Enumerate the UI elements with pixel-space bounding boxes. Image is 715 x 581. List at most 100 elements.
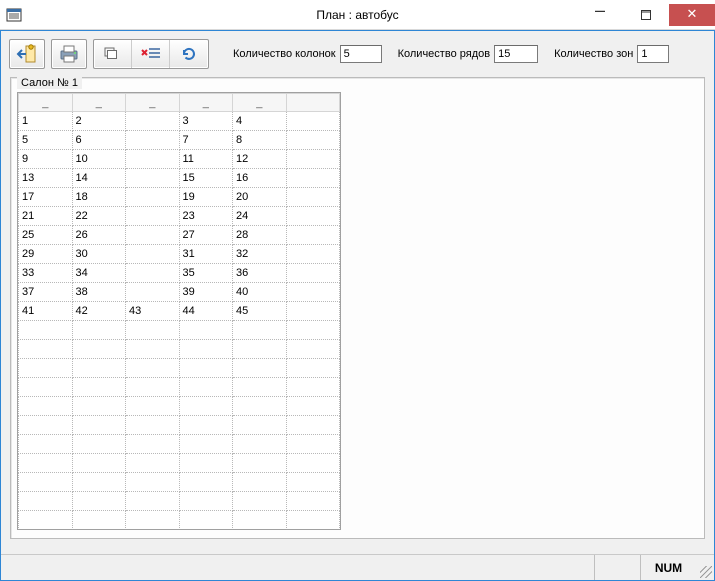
grid-cell[interactable] <box>286 150 340 169</box>
grid-cell[interactable] <box>179 359 233 378</box>
grid-cell[interactable]: 37 <box>19 283 73 302</box>
grid-cell[interactable] <box>179 454 233 473</box>
grid-cell[interactable] <box>286 131 340 150</box>
grid-cell[interactable]: 31 <box>179 245 233 264</box>
seat-grid[interactable]: _____ 1234567891011121314151617181920212… <box>17 92 341 530</box>
grid-cell[interactable]: 4 <box>233 112 287 131</box>
grid-cell[interactable]: 27 <box>179 226 233 245</box>
grid-cell[interactable] <box>286 435 340 454</box>
maximize-button[interactable] <box>623 4 669 26</box>
grid-cell[interactable]: 8 <box>233 131 287 150</box>
grid-cell[interactable] <box>72 473 126 492</box>
grid-cell[interactable] <box>19 473 73 492</box>
grid-cell[interactable] <box>126 359 180 378</box>
grid-cell[interactable] <box>126 454 180 473</box>
grid-cell[interactable]: 44 <box>179 302 233 321</box>
grid-header-cell[interactable]: _ <box>126 94 180 112</box>
grid-cell[interactable] <box>126 378 180 397</box>
grid-cell[interactable] <box>179 511 233 530</box>
grid-header-cell[interactable] <box>286 94 340 112</box>
grid-cell[interactable] <box>19 397 73 416</box>
grid-cell[interactable]: 10 <box>72 150 126 169</box>
grid-cell[interactable]: 35 <box>179 264 233 283</box>
grid-cell[interactable] <box>126 207 180 226</box>
grid-cell[interactable]: 16 <box>233 169 287 188</box>
grid-cell[interactable] <box>286 169 340 188</box>
columns-input[interactable] <box>340 45 382 63</box>
grid-cell[interactable] <box>179 321 233 340</box>
grid-cell[interactable]: 11 <box>179 150 233 169</box>
grid-cell[interactable]: 14 <box>72 169 126 188</box>
grid-cell[interactable] <box>19 340 73 359</box>
grid-cell[interactable] <box>179 416 233 435</box>
grid-cell[interactable] <box>233 378 287 397</box>
grid-cell[interactable]: 28 <box>233 226 287 245</box>
grid-cell[interactable] <box>286 511 340 530</box>
grid-cell[interactable] <box>286 492 340 511</box>
grid-cell[interactable] <box>19 416 73 435</box>
grid-cell[interactable] <box>126 169 180 188</box>
grid-cell[interactable] <box>126 150 180 169</box>
grid-cell[interactable]: 3 <box>179 112 233 131</box>
grid-cell[interactable] <box>126 397 180 416</box>
grid-cell[interactable] <box>286 473 340 492</box>
grid-cell[interactable]: 33 <box>19 264 73 283</box>
grid-cell[interactable] <box>126 435 180 454</box>
grid-cell[interactable]: 1 <box>19 112 73 131</box>
grid-header-cell[interactable]: _ <box>72 94 126 112</box>
minimize-button[interactable]: – <box>577 4 623 26</box>
grid-cell[interactable] <box>286 188 340 207</box>
grid-cell[interactable]: 22 <box>72 207 126 226</box>
grid-cell[interactable]: 23 <box>179 207 233 226</box>
grid-cell[interactable]: 39 <box>179 283 233 302</box>
print-button[interactable] <box>51 39 87 69</box>
grid-cell[interactable]: 13 <box>19 169 73 188</box>
grid-cell[interactable] <box>72 511 126 530</box>
grid-cell[interactable]: 26 <box>72 226 126 245</box>
grid-cell[interactable]: 34 <box>72 264 126 283</box>
grid-cell[interactable]: 24 <box>233 207 287 226</box>
seat-grid-table[interactable]: _____ 1234567891011121314151617181920212… <box>18 93 340 530</box>
grid-cell[interactable] <box>233 321 287 340</box>
grid-cell[interactable]: 17 <box>19 188 73 207</box>
grid-cell[interactable] <box>179 340 233 359</box>
grid-cell[interactable] <box>126 511 180 530</box>
grid-cell[interactable] <box>126 283 180 302</box>
grid-cell[interactable] <box>126 188 180 207</box>
exit-button[interactable] <box>9 39 45 69</box>
grid-cell[interactable]: 7 <box>179 131 233 150</box>
grid-cell[interactable] <box>72 397 126 416</box>
grid-cell[interactable] <box>126 492 180 511</box>
grid-cell[interactable] <box>19 454 73 473</box>
grid-cell[interactable] <box>286 416 340 435</box>
grid-cell[interactable]: 36 <box>233 264 287 283</box>
grid-cell[interactable]: 45 <box>233 302 287 321</box>
grid-cell[interactable] <box>233 511 287 530</box>
grid-cell[interactable] <box>19 321 73 340</box>
grid-cell[interactable] <box>126 473 180 492</box>
grid-cell[interactable] <box>126 416 180 435</box>
grid-cell[interactable] <box>179 492 233 511</box>
grid-cell[interactable] <box>286 112 340 131</box>
grid-cell[interactable] <box>233 435 287 454</box>
grid-cell[interactable]: 12 <box>233 150 287 169</box>
grid-cell[interactable] <box>286 207 340 226</box>
grid-cell[interactable] <box>233 492 287 511</box>
close-button[interactable]: ✕ <box>669 4 715 26</box>
grid-cell[interactable] <box>179 435 233 454</box>
grid-header-cell[interactable]: _ <box>19 94 73 112</box>
grid-cell[interactable] <box>286 454 340 473</box>
grid-cell[interactable]: 30 <box>72 245 126 264</box>
grid-cell[interactable]: 15 <box>179 169 233 188</box>
layout-button[interactable] <box>94 40 132 68</box>
grid-cell[interactable] <box>19 359 73 378</box>
grid-cell[interactable] <box>72 321 126 340</box>
grid-cell[interactable] <box>19 511 73 530</box>
grid-cell[interactable] <box>126 340 180 359</box>
grid-cell[interactable] <box>179 378 233 397</box>
grid-cell[interactable] <box>286 283 340 302</box>
grid-cell[interactable] <box>126 112 180 131</box>
grid-cell[interactable] <box>72 492 126 511</box>
grid-cell[interactable] <box>233 340 287 359</box>
grid-cell[interactable] <box>233 397 287 416</box>
